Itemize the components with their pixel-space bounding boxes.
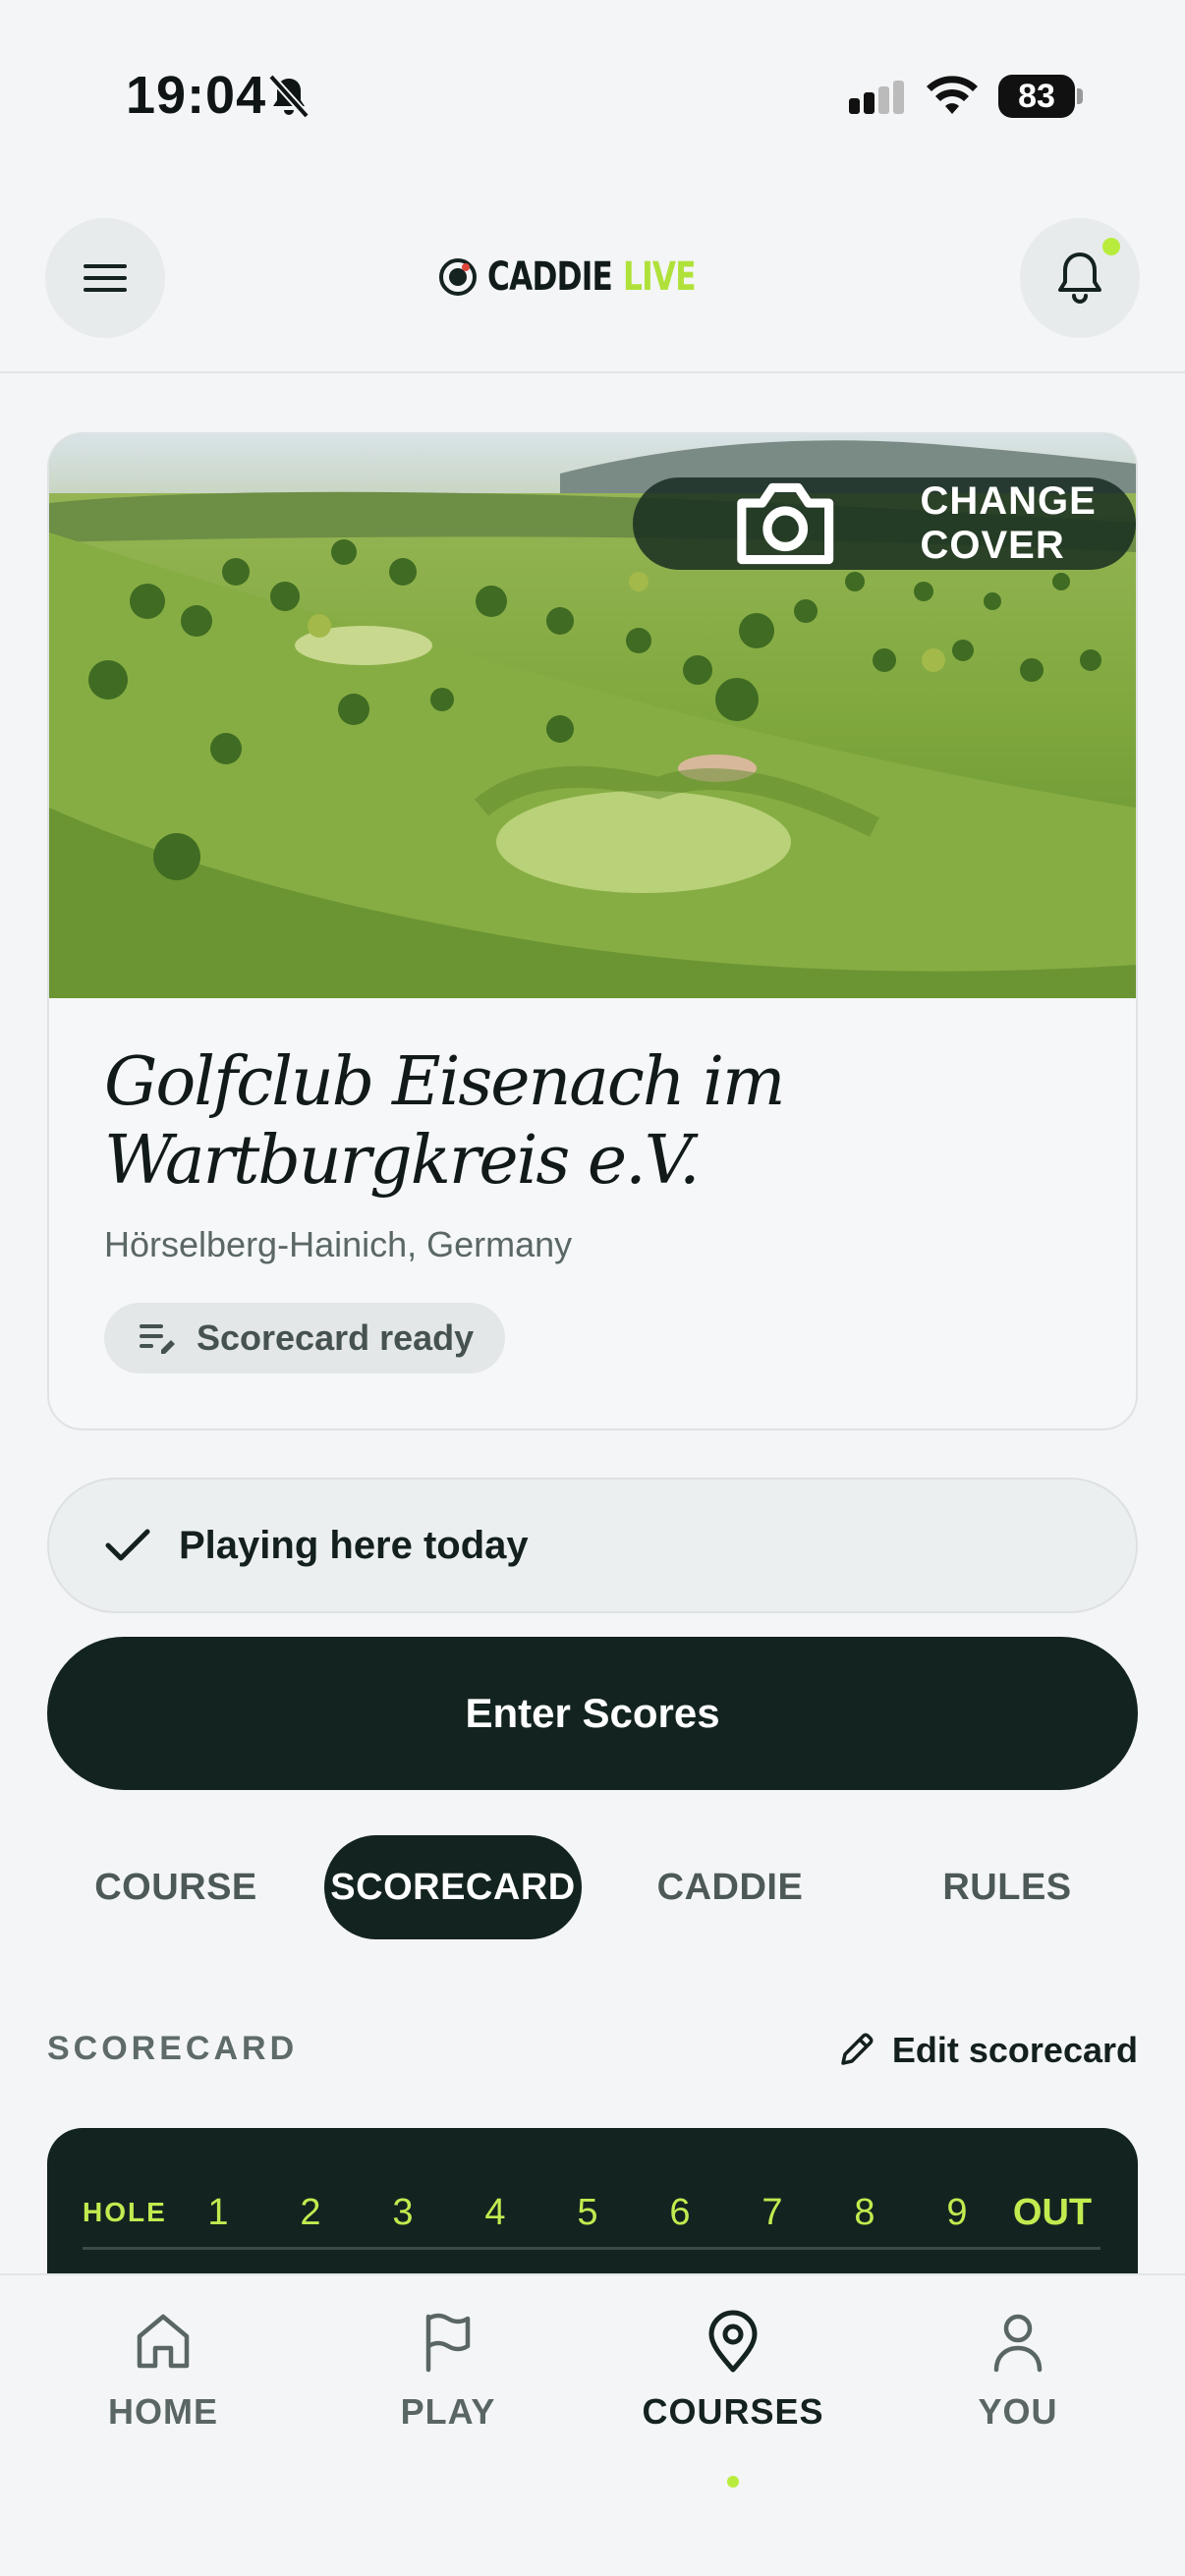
- tab-course[interactable]: COURSE: [47, 1835, 305, 1939]
- bell-icon: [1058, 252, 1101, 304]
- nav-courses-label: COURSES: [642, 2391, 824, 2432]
- nav-play[interactable]: PLAY: [330, 2309, 566, 2456]
- scorecard-hole-row: HOLE 1 2 3 4 5 6 7 8 9 OUT: [83, 2187, 1100, 2250]
- caddie-logo-icon: [439, 258, 477, 296]
- bottom-navigation: HOME PLAY COURSES YOU: [0, 2273, 1185, 2576]
- nav-you[interactable]: YOU: [900, 2309, 1136, 2456]
- hole-number: 8: [854, 2192, 875, 2233]
- nav-home[interactable]: HOME: [45, 2309, 281, 2456]
- hamburger-menu-icon: [84, 264, 127, 292]
- nav-courses[interactable]: COURSES: [615, 2309, 851, 2488]
- change-cover-label: CHANGE COVER: [920, 479, 1097, 567]
- battery-level: 83: [998, 75, 1075, 118]
- app-header: CADDIE LIVE: [0, 187, 1185, 373]
- tab-caddie[interactable]: CADDIE: [601, 1835, 859, 1939]
- wifi-icon: [927, 76, 978, 114]
- active-nav-indicator: [727, 2476, 739, 2488]
- hole-number: 3: [392, 2192, 414, 2233]
- user-icon: [993, 2314, 1043, 2373]
- course-tabs: COURSE SCORECARD CADDIE RULES: [47, 1833, 1138, 1941]
- logo-live: LIVE: [623, 254, 697, 300]
- hole-number: 9: [946, 2192, 968, 2233]
- logo-word: CADDIE: [487, 254, 613, 300]
- course-name-line-1: Golfclub Eisenach im: [104, 1043, 786, 1121]
- status-time: 19:04: [126, 66, 267, 125]
- status-bar: 19:04 83: [0, 0, 1185, 187]
- hole-number: 7: [762, 2192, 783, 2233]
- hole-header: HOLE: [83, 2197, 167, 2227]
- out-total-header: OUT: [1012, 2192, 1093, 2233]
- enter-scores-button[interactable]: Enter Scores: [47, 1637, 1138, 1790]
- scorecard-ready-badge: Scorecard ready: [104, 1303, 506, 1373]
- hole-number: 2: [300, 2192, 321, 2233]
- course-card: CHANGE COVER Golfclub Eisenach im Wartbu…: [47, 432, 1138, 1430]
- app-logo: CADDIE LIVE: [438, 248, 716, 307]
- pencil-icon: [841, 2033, 874, 2065]
- home-icon: [137, 2314, 190, 2369]
- course-name: Golfclub Eisenach im Wartburgkreis e.V.: [104, 1043, 1087, 1201]
- nav-home-label: HOME: [108, 2391, 218, 2432]
- scorecard-ready-label: Scorecard ready: [197, 1317, 475, 1358]
- playing-here-today-label: Playing here today: [179, 1523, 529, 1567]
- course-cover-image: CHANGE COVER: [49, 434, 1136, 998]
- tab-scorecard[interactable]: SCORECARD: [324, 1835, 582, 1939]
- edit-scorecard-button[interactable]: Edit scorecard: [835, 2030, 1138, 2071]
- map-pin-icon: [708, 2310, 758, 2373]
- scorecard-list-icon: [140, 1324, 175, 1354]
- hole-number: 6: [669, 2192, 691, 2233]
- hole-number: 4: [484, 2192, 506, 2233]
- flag-icon: [425, 2313, 471, 2373]
- course-location: Hörselberg-Hainich, Germany: [104, 1224, 573, 1264]
- playing-here-today-button[interactable]: Playing here today: [47, 1478, 1138, 1613]
- bell-slash-icon: [268, 74, 310, 119]
- edit-scorecard-label: Edit scorecard: [891, 2030, 1138, 2070]
- camera-icon: [737, 482, 834, 565]
- unread-indicator: [1102, 238, 1120, 255]
- cellular-signal-icon: [849, 81, 904, 114]
- notifications-button[interactable]: [1020, 218, 1140, 338]
- hole-number: 5: [577, 2192, 598, 2233]
- hole-number: 1: [207, 2192, 229, 2233]
- nav-you-label: YOU: [978, 2391, 1058, 2432]
- scorecard-section-title: SCORECARD: [47, 2030, 299, 2067]
- menu-button[interactable]: [45, 218, 165, 338]
- battery-icon: 83: [998, 75, 1083, 118]
- course-name-line-2: Wartburgkreis e.V.: [104, 1122, 701, 1200]
- nav-play-label: PLAY: [400, 2391, 496, 2432]
- change-cover-button[interactable]: CHANGE COVER: [633, 477, 1136, 570]
- checkmark-icon: [105, 1529, 150, 1561]
- tab-rules[interactable]: RULES: [878, 1835, 1136, 1939]
